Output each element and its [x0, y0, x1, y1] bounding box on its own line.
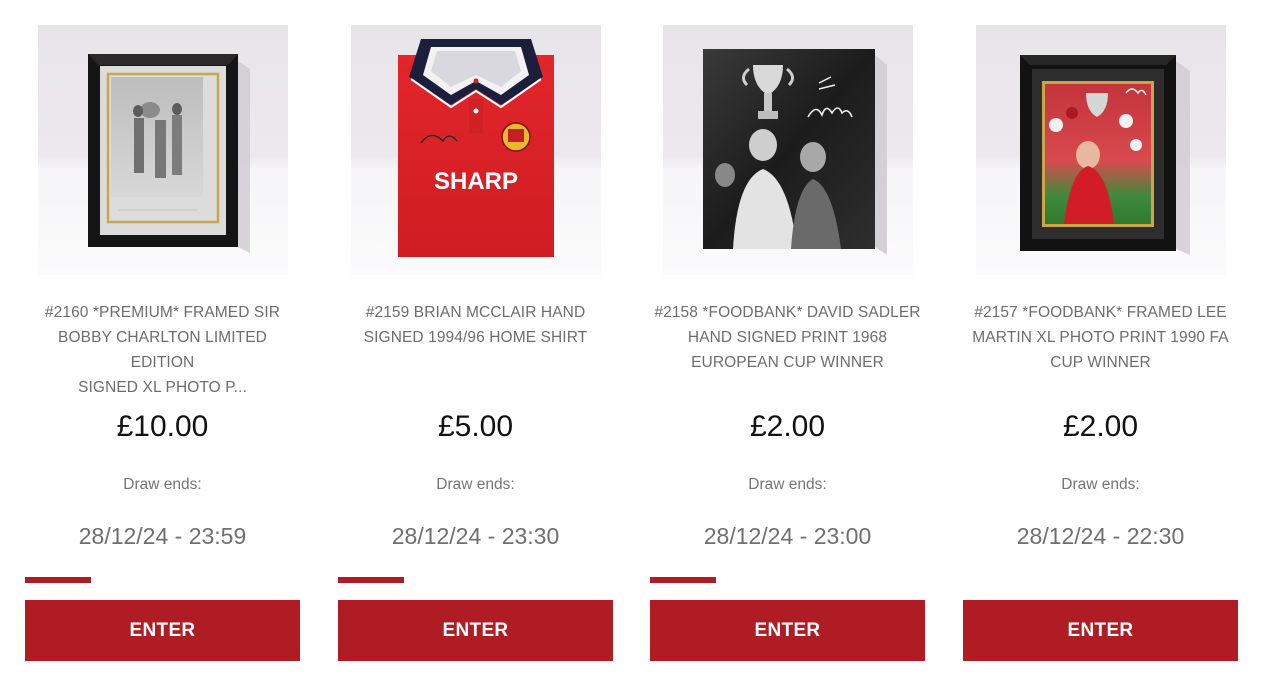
competition-card: #2160 *PREMIUM* FRAMED SIR BOBBY CHARLTO… — [25, 0, 300, 690]
draw-end-date: 28/12/24 - 23:30 — [391, 523, 560, 549]
draw-end-date: 28/12/24 - 23:00 — [703, 523, 872, 549]
ticket-progress-fill — [338, 577, 404, 583]
product-image[interactable]: SHARP — [351, 25, 601, 275]
draw-end-date: 28/12/24 - 22:30 — [1016, 523, 1185, 549]
product-image[interactable] — [976, 25, 1226, 275]
ticket-price: £2.00 — [1062, 410, 1139, 443]
enter-button[interactable]: ENTER — [650, 600, 925, 661]
title-line: CUP WINNER — [1050, 354, 1151, 371]
competition-card: SHARP #2159 BRIAN MCCLAIR HAND SIGNED 19… — [338, 0, 613, 690]
enter-button[interactable]: ENTER — [963, 600, 1238, 661]
product-image[interactable] — [663, 25, 913, 275]
ticket-progress-bar — [963, 577, 1238, 583]
draw-ends-label: Draw ends: — [1061, 476, 1140, 493]
draw-ends-label: Draw ends: — [748, 476, 827, 493]
title-line: SIGNED 1994/96 HOME SHIRT — [363, 329, 588, 346]
product-image[interactable] — [38, 25, 288, 275]
draw-end-date: 28/12/24 - 23:59 — [78, 523, 247, 549]
enter-button[interactable]: ENTER — [338, 600, 613, 661]
ticket-progress-bar — [25, 577, 300, 583]
ticket-price: £2.00 — [749, 410, 826, 443]
title-line: #2158 *FOODBANK* DAVID SADLER — [654, 304, 921, 321]
ticket-progress-bar — [650, 577, 925, 583]
title-line: #2157 *FOODBANK* FRAMED LEE — [974, 304, 1227, 321]
competition-card: #2157 *FOODBANK* FRAMED LEE MARTIN XL PH… — [963, 0, 1238, 690]
competition-title[interactable]: #2157 *FOODBANK* FRAMED LEE MARTIN XL PH… — [963, 300, 1238, 375]
title-line: HAND SIGNED PRINT 1968 — [687, 329, 888, 346]
title-line: MARTIN XL PHOTO PRINT 1990 FA — [972, 329, 1229, 346]
enter-button[interactable]: ENTER — [25, 600, 300, 661]
ticket-price: £10.00 — [116, 410, 209, 443]
draw-ends-label: Draw ends: — [436, 476, 515, 493]
title-line: EUROPEAN CUP WINNER — [691, 354, 884, 371]
ticket-progress-bar — [338, 577, 613, 583]
ticket-progress-fill — [25, 577, 91, 583]
competition-title[interactable]: #2160 *PREMIUM* FRAMED SIR BOBBY CHARLTO… — [25, 300, 300, 400]
title-line: BOBBY CHARLTON LIMITED EDITION — [58, 329, 267, 371]
title-line: #2160 *PREMIUM* FRAMED SIR — [44, 304, 281, 321]
shirt-sponsor-text: SHARP — [434, 168, 518, 195]
competition-title[interactable]: #2158 *FOODBANK* DAVID SADLER HAND SIGNE… — [650, 300, 925, 375]
ticket-price: £5.00 — [437, 410, 514, 443]
draw-ends-label: Draw ends: — [123, 476, 202, 493]
ticket-progress-fill — [650, 577, 716, 583]
title-line: #2159 BRIAN MCCLAIR HAND — [365, 304, 586, 321]
title-line: SIGNED XL PHOTO P... — [78, 379, 247, 396]
competition-card: #2158 *FOODBANK* DAVID SADLER HAND SIGNE… — [650, 0, 925, 690]
competition-title[interactable]: #2159 BRIAN MCCLAIR HAND SIGNED 1994/96 … — [338, 300, 613, 350]
